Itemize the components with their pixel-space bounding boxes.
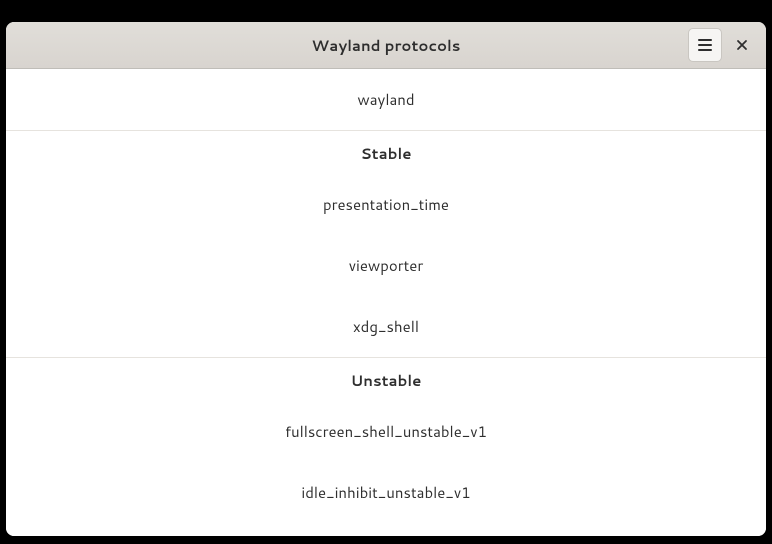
app-window: Wayland protocols wayland Stable present… [6,22,766,536]
protocol-list[interactable]: wayland Stable presentation_time viewpor… [6,69,766,536]
close-icon [736,39,748,51]
list-item[interactable]: viewporter [6,235,766,296]
list-item[interactable]: presentation_time [6,174,766,235]
menu-button[interactable] [688,28,722,62]
hamburger-icon [698,39,712,51]
section-header-stable: Stable [6,131,766,174]
close-button[interactable] [726,29,758,61]
list-item[interactable]: xdg_shell [6,296,766,357]
list-item[interactable]: wayland [6,69,766,131]
header-controls [688,28,766,62]
window-title: Wayland protocols [6,35,766,56]
list-item[interactable]: fullscreen_shell_unstable_v1 [6,401,766,462]
list-item[interactable]: idle_inhibit_unstable_v1 [6,462,766,523]
header-bar: Wayland protocols [6,22,766,69]
section-header-unstable: Unstable [6,357,766,401]
